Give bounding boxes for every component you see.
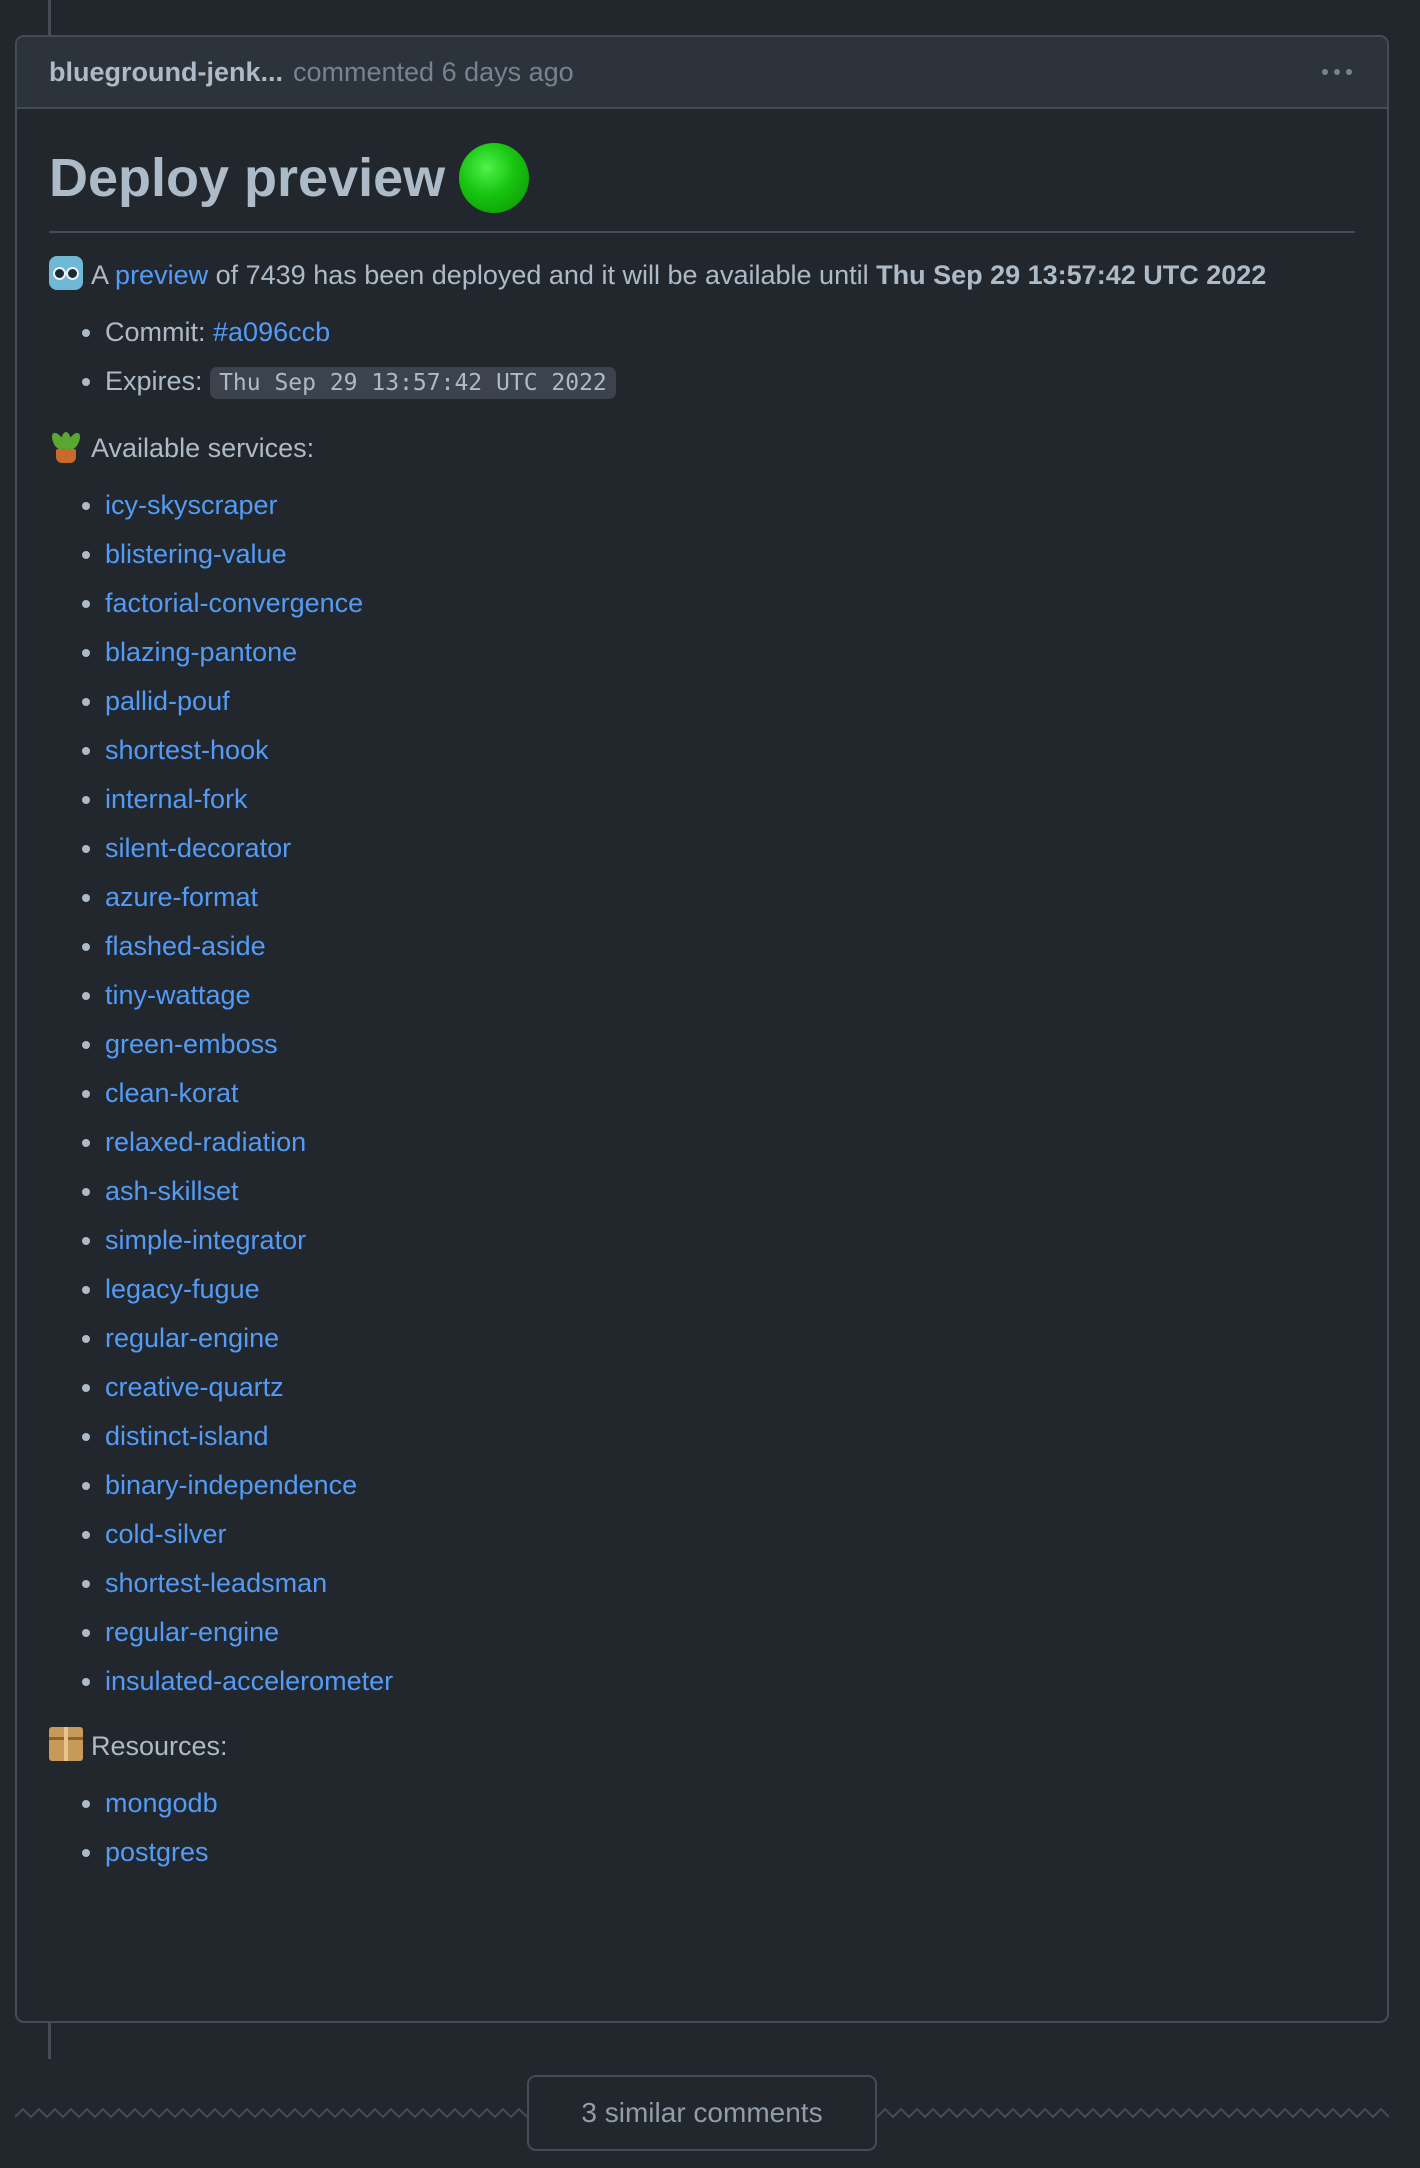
comment-card: blueground-jenk... commented 6 days ago … (15, 35, 1389, 2023)
service-link[interactable]: flashed-aside (105, 931, 266, 961)
service-item: creative-quartz (105, 1363, 1355, 1412)
expires-value: Thu Sep 29 13:57:42 UTC 2022 (210, 367, 616, 399)
service-item: blistering-value (105, 530, 1355, 579)
service-item: relaxed-radiation (105, 1118, 1355, 1167)
service-item: icy-skyscraper (105, 481, 1355, 530)
resources-label: Resources: (91, 1731, 228, 1761)
similar-comments-row: 3 similar comments (15, 2075, 1389, 2155)
service-item: silent-decorator (105, 824, 1355, 873)
available-until: Thu Sep 29 13:57:42 UTC 2022 (876, 260, 1267, 290)
service-link[interactable]: binary-independence (105, 1470, 357, 1500)
service-link[interactable]: azure-format (105, 882, 258, 912)
summary-prefix: A (91, 260, 108, 290)
zigzag-divider-right (877, 2107, 1389, 2119)
services-label: Available services: (91, 433, 315, 463)
menu-dot (1346, 69, 1352, 75)
deploy-summary: A preview of 7439 has been deployed and … (49, 255, 1355, 296)
service-item: simple-integrator (105, 1216, 1355, 1265)
green-circle-icon (459, 143, 530, 213)
zigzag-divider-left (15, 2107, 527, 2119)
commit-link[interactable]: #a096ccb (213, 317, 330, 347)
comment-title: Deploy preview (49, 109, 1355, 233)
preview-link[interactable]: preview (115, 260, 208, 290)
services-heading: Available services: (49, 428, 1355, 469)
comment-timestamp[interactable]: commented 6 days ago (293, 57, 574, 88)
service-link[interactable]: factorial-convergence (105, 588, 363, 618)
service-link[interactable]: shortest-leadsman (105, 1568, 327, 1598)
service-item: cold-silver (105, 1510, 1355, 1559)
resource-link[interactable]: postgres (105, 1837, 209, 1867)
service-item: clean-korat (105, 1069, 1355, 1118)
resource-link[interactable]: mongodb (105, 1788, 218, 1818)
service-link[interactable]: shortest-hook (105, 735, 269, 765)
service-item: regular-engine (105, 1608, 1355, 1657)
service-link[interactable]: silent-decorator (105, 833, 291, 863)
commit-label: Commit: (105, 317, 206, 347)
resource-item: postgres (105, 1828, 1355, 1877)
summary-middle: of 7439 has been deployed and it will be… (215, 260, 869, 290)
service-link[interactable]: clean-korat (105, 1078, 239, 1108)
service-link[interactable]: tiny-wattage (105, 980, 251, 1010)
service-item: shortest-leadsman (105, 1559, 1355, 1608)
service-link[interactable]: legacy-fugue (105, 1274, 260, 1304)
service-link[interactable]: regular-engine (105, 1617, 279, 1647)
service-link[interactable]: green-emboss (105, 1029, 278, 1059)
expires-item: Expires: Thu Sep 29 13:57:42 UTC 2022 (105, 357, 1355, 408)
comment-author[interactable]: blueground-jenk... (49, 57, 283, 88)
menu-dot (1322, 69, 1328, 75)
resources-list: mongodb postgres (49, 1779, 1355, 1877)
service-item: factorial-convergence (105, 579, 1355, 628)
robot-icon (49, 256, 83, 290)
package-icon (49, 1727, 83, 1761)
service-item: internal-fork (105, 775, 1355, 824)
title-text: Deploy preview (49, 148, 446, 208)
service-item: insulated-accelerometer (105, 1657, 1355, 1706)
expires-label: Expires: (105, 366, 203, 396)
service-item: distinct-island (105, 1412, 1355, 1461)
service-link[interactable]: simple-integrator (105, 1225, 306, 1255)
service-link[interactable]: icy-skyscraper (105, 490, 278, 520)
service-item: ash-skillset (105, 1167, 1355, 1216)
service-item: binary-independence (105, 1461, 1355, 1510)
timeline-line-bottom (48, 2023, 51, 2059)
similar-comments-button[interactable]: 3 similar comments (527, 2075, 877, 2151)
service-item: shortest-hook (105, 726, 1355, 775)
comment-body: Deploy preview A preview of 7439 has bee… (17, 109, 1387, 1877)
service-item: pallid-pouf (105, 677, 1355, 726)
service-link[interactable]: internal-fork (105, 784, 248, 814)
service-item: regular-engine (105, 1314, 1355, 1363)
service-item: legacy-fugue (105, 1265, 1355, 1314)
service-link[interactable]: creative-quartz (105, 1372, 284, 1402)
commit-item: Commit: #a096ccb (105, 308, 1355, 357)
potted-plant-icon (49, 429, 83, 463)
service-link[interactable]: distinct-island (105, 1421, 269, 1451)
service-item: blazing-pantone (105, 628, 1355, 677)
service-link[interactable]: cold-silver (105, 1519, 227, 1549)
resources-heading: Resources: (49, 1726, 1355, 1767)
comment-header: blueground-jenk... commented 6 days ago (17, 37, 1387, 109)
service-item: azure-format (105, 873, 1355, 922)
service-link[interactable]: insulated-accelerometer (105, 1666, 393, 1696)
resource-item: mongodb (105, 1779, 1355, 1828)
kebab-menu-icon[interactable] (1311, 55, 1363, 89)
menu-dot (1334, 69, 1340, 75)
service-item: tiny-wattage (105, 971, 1355, 1020)
service-link[interactable]: ash-skillset (105, 1176, 239, 1206)
service-link[interactable]: blistering-value (105, 539, 287, 569)
service-link[interactable]: regular-engine (105, 1323, 279, 1353)
service-item: green-emboss (105, 1020, 1355, 1069)
deploy-details-list: Commit: #a096ccb Expires: Thu Sep 29 13:… (49, 308, 1355, 408)
service-link[interactable]: pallid-pouf (105, 686, 230, 716)
timeline-line-top (48, 0, 51, 35)
services-list: icy-skyscraper blistering-value factorial-… (49, 481, 1355, 1706)
service-link[interactable]: relaxed-radiation (105, 1127, 306, 1157)
service-item: flashed-aside (105, 922, 1355, 971)
service-link[interactable]: blazing-pantone (105, 637, 297, 667)
